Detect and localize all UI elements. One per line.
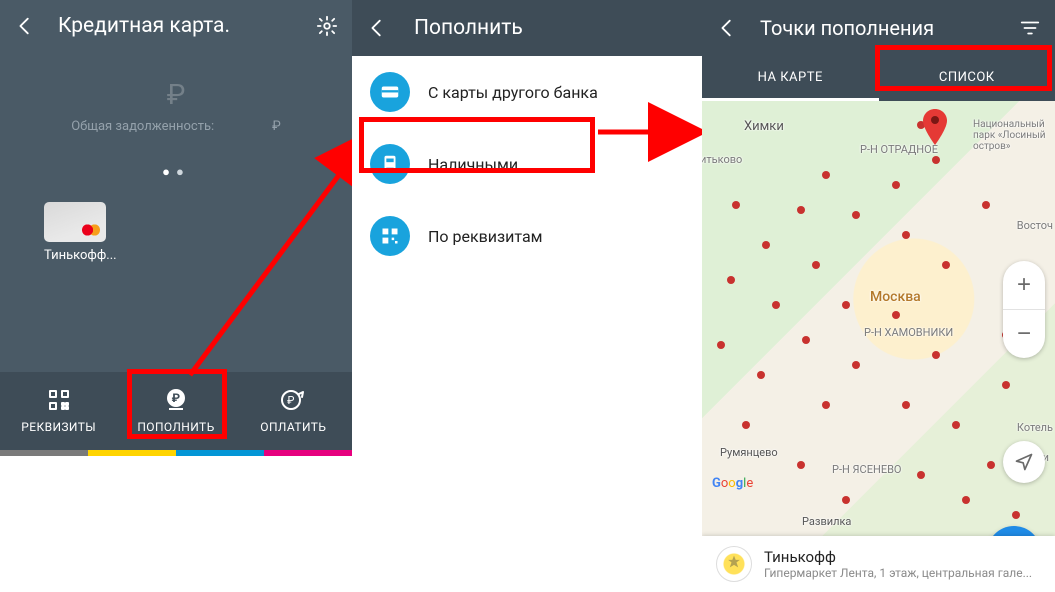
screen2-title: Пополнить	[414, 16, 523, 40]
tab-map[interactable]: НА КАРТЕ	[702, 56, 879, 101]
highlight-topup	[127, 369, 227, 439]
page-indicator: ●●	[0, 164, 352, 180]
highlight-list	[875, 45, 1052, 91]
map-label-national-park: Национальный парк «Лосиный остров»	[973, 119, 1051, 152]
screen3-title: Точки пополнения	[760, 16, 997, 40]
map-pin-selected[interactable]	[922, 109, 948, 145]
screen-credit-card: Кредитная карта. ₽ Общая задолженность: …	[0, 0, 352, 592]
card-name: Тинькофф...	[44, 248, 122, 263]
action-pay-label: ОПЛАТИТЬ	[260, 420, 326, 434]
back-icon[interactable]	[14, 15, 36, 37]
screen-topup-points: Точки пополнения НА КАРТЕ СПИСОК Химки Н…	[702, 0, 1055, 592]
settings-icon[interactable]	[316, 15, 338, 37]
place-subtitle: Гипермаркет Лента, 1 этаж, центральная г…	[764, 566, 1032, 580]
map-label-khimki: Химки	[744, 119, 784, 134]
map-label-razvilka: Развилка	[802, 515, 851, 528]
zoom-out-button[interactable]: −	[1003, 310, 1045, 358]
option-by-requisites[interactable]: По реквизитам	[352, 200, 702, 272]
action-requisites[interactable]: РЕКВИЗИТЫ	[0, 372, 117, 450]
map-label-kotel: Котель	[1017, 421, 1053, 434]
place-card[interactable]: Тинькофф Гипермаркет Лента, 1 этаж, цент…	[702, 536, 1055, 592]
map-label-yasenevo: Р-Н ЯСЕНЕВО	[832, 463, 902, 476]
screen1-title: Кредитная карта.	[58, 14, 294, 38]
map-label-moscow: Москва	[870, 289, 921, 305]
option-requisites-label: По реквизитам	[428, 227, 543, 246]
map-view[interactable]: Химки Национальный парк «Лосиный остров»…	[702, 101, 1055, 541]
svg-text:₽: ₽	[287, 394, 295, 407]
back-icon[interactable]	[366, 17, 388, 39]
screen-topup: Пополнить С карты другого банка Наличным…	[352, 0, 702, 592]
debt-row: Общая задолженность: ₽	[0, 119, 352, 134]
map-label-rumyantsevo: Румянцево	[720, 446, 778, 459]
filter-icon[interactable]	[1019, 17, 1041, 39]
option-other-bank-label: С карты другого банка	[428, 83, 598, 102]
credit-card-panel: Кредитная карта. ₽ Общая задолженность: …	[0, 0, 352, 450]
map-label-khamovniki: Р-Н ХАМОВНИКИ	[864, 326, 953, 339]
brand-strip	[0, 450, 352, 456]
debt-label: Общая задолженность:	[71, 119, 214, 134]
balance-currency: ₽	[0, 78, 352, 111]
card-image	[44, 202, 106, 242]
zoom-control: + −	[1003, 261, 1045, 358]
card-icon	[370, 72, 410, 112]
place-brand-icon	[716, 546, 752, 582]
qr-icon	[370, 216, 410, 256]
zoom-in-button[interactable]: +	[1003, 261, 1045, 309]
back-icon[interactable]	[716, 17, 738, 39]
locate-button[interactable]	[1003, 441, 1045, 483]
map-label-vostoch: Восточ	[1017, 219, 1053, 232]
action-requisites-label: РЕКВИЗИТЫ	[21, 420, 96, 434]
map-attribution: Google	[712, 476, 753, 491]
debt-currency: ₽	[272, 119, 281, 134]
qr-icon	[0, 386, 117, 414]
highlight-cash	[359, 117, 595, 173]
pay-arrow-icon: ₽	[235, 386, 352, 414]
card-thumbnail[interactable]: Тинькофф...	[44, 202, 122, 263]
place-name: Тинькофф	[764, 548, 1032, 566]
map-label-mitkovo: итьково	[702, 153, 742, 166]
action-pay[interactable]: ₽ ОПЛАТИТЬ	[235, 372, 352, 450]
tab-map-label: НА КАРТЕ	[758, 70, 823, 85]
